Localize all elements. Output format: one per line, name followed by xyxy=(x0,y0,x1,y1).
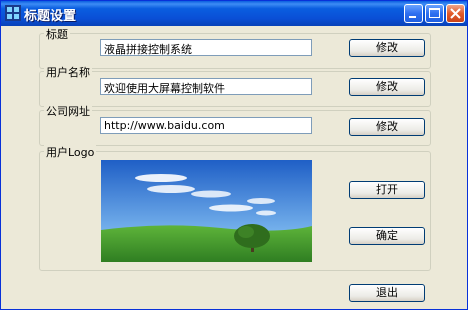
close-button[interactable] xyxy=(446,4,465,23)
app-icon xyxy=(5,5,21,21)
settings-window: 标题设置 标题 液晶拼接控制系统 修改 用户名称 欢迎使用大屏幕控制软件 修改 … xyxy=(0,0,468,310)
user-name-group-label: 用户名称 xyxy=(44,64,92,80)
modify-title-button[interactable]: 修改 xyxy=(349,39,425,57)
title-group-label: 标题 xyxy=(44,26,70,42)
modify-url-button[interactable]: 修改 xyxy=(349,118,425,136)
exit-button[interactable]: 退出 xyxy=(349,284,425,302)
modify-user-name-button[interactable]: 修改 xyxy=(349,78,425,96)
close-icon xyxy=(450,8,461,19)
maximize-button[interactable] xyxy=(425,4,444,23)
user-logo-group-label: 用户Logo xyxy=(44,144,97,160)
company-url-group-label: 公司网址 xyxy=(44,103,92,119)
open-logo-button[interactable]: 打开 xyxy=(349,181,425,199)
maximize-icon xyxy=(429,8,440,18)
window-title: 标题设置 xyxy=(24,9,77,24)
user-name-input[interactable]: 欢迎使用大屏幕控制软件 xyxy=(100,78,312,95)
minimize-icon xyxy=(409,16,416,18)
logo-image xyxy=(101,160,312,262)
title-input[interactable]: 液晶拼接控制系统 xyxy=(100,39,312,56)
title-bar[interactable]: 标题设置 xyxy=(1,1,467,26)
company-url-input[interactable]: http://www.baidu.com xyxy=(100,117,312,134)
confirm-logo-button[interactable]: 确定 xyxy=(349,227,425,245)
minimize-button[interactable] xyxy=(404,4,423,23)
